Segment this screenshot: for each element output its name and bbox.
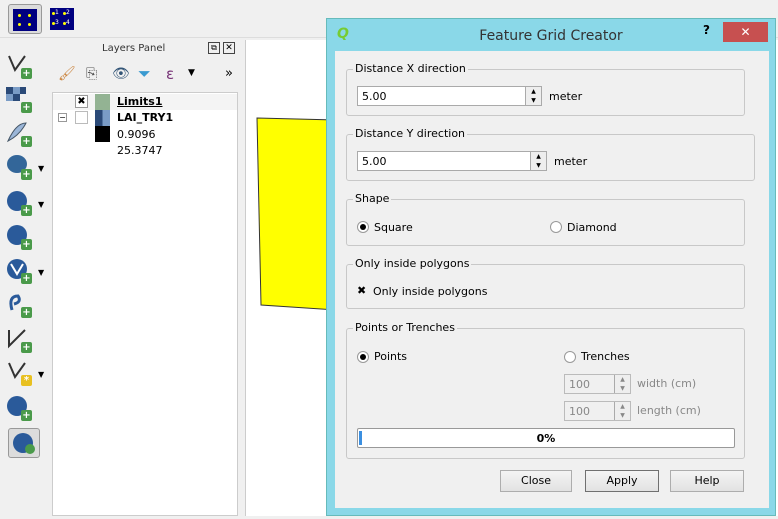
- layer-visibility-checkbox[interactable]: [75, 111, 88, 124]
- distance-x-spinbox[interactable]: 5.00 ▲ ▼: [357, 86, 542, 106]
- points-icon: [13, 9, 37, 31]
- group-label: Shape: [353, 192, 392, 205]
- spin-arrows-icon: ▲ ▼: [614, 402, 630, 420]
- add-postgis-layer-icon[interactable]: + ▼: [6, 154, 44, 180]
- yellow-polygon: [256, 117, 337, 311]
- square-label: Square: [374, 221, 413, 234]
- collapse-icon[interactable]: −: [58, 113, 67, 122]
- layer-name: LAI_TRY1: [117, 111, 174, 124]
- more-tools-button[interactable]: »: [225, 66, 233, 81]
- help-title-button[interactable]: ?: [703, 23, 710, 37]
- raster-layer-icon: [95, 110, 110, 126]
- progress-label: 0%: [536, 432, 556, 445]
- trenches-radio[interactable]: [564, 351, 576, 363]
- distance-y-group: Distance Y direction 5.00 ▲ ▼ meter: [346, 127, 755, 181]
- width-unit-label: width (cm): [637, 377, 697, 390]
- trenches-label: Trenches: [581, 350, 630, 363]
- only-inside-group: Only inside polygons ✖ Only inside polyg…: [346, 257, 745, 309]
- layer-visibility-checkbox[interactable]: ✖: [75, 95, 88, 108]
- close-button[interactable]: Close: [500, 470, 572, 492]
- group-label: Points or Trenches: [353, 321, 457, 334]
- group-label: Only inside polygons: [353, 257, 472, 270]
- visibility-eye-icon[interactable]: 👁: [112, 66, 130, 82]
- close-panel-button[interactable]: ✕: [223, 42, 235, 54]
- add-wfs-layer-icon[interactable]: + ▼: [6, 258, 44, 284]
- layer-row-lai-try1[interactable]: − LAI_TRY1: [53, 110, 237, 126]
- dialog-body: Distance X direction 5.00 ▲ ▼ meter Distan…: [335, 51, 769, 508]
- layer-tree: ✖ Limits1 − LAI_TRY1 0.9096 25.3747: [52, 92, 238, 516]
- diamond-label: Diamond: [567, 221, 617, 234]
- add-wcs-layer-icon[interactable]: +: [6, 224, 32, 250]
- chevron-down-icon[interactable]: ▼: [188, 68, 195, 78]
- only-inside-checkbox[interactable]: ✖: [357, 285, 369, 297]
- close-window-button[interactable]: ✕: [723, 22, 768, 42]
- spin-arrows-icon: ▲ ▼: [614, 375, 630, 393]
- unit-label: meter: [554, 155, 588, 168]
- legend-min-value: 0.9096: [117, 128, 156, 141]
- new-shapefile-icon[interactable]: +: [6, 327, 32, 353]
- left-toolbar: + + + + ▼ + ▼ + + ▼ + + * ▼ +: [0, 40, 48, 516]
- add-spatialite-layer-icon[interactable]: +: [6, 292, 32, 318]
- length-unit-label: length (cm): [637, 404, 701, 417]
- legend-max-value: 25.3747: [117, 144, 163, 157]
- points-label: Points: [374, 350, 408, 363]
- help-button[interactable]: Help: [670, 470, 744, 492]
- apply-button[interactable]: Apply: [585, 470, 659, 492]
- square-radio[interactable]: [357, 221, 369, 233]
- layer-swatch: [95, 94, 110, 110]
- new-temporary-layer-icon[interactable]: * ▼: [6, 360, 44, 386]
- layers-panel-title: Layers Panel: [102, 43, 166, 54]
- group-label: Distance Y direction: [353, 127, 468, 140]
- add-delimited-text-icon[interactable]: +: [6, 121, 32, 147]
- points-button[interactable]: [8, 4, 42, 34]
- distance-y-spinbox[interactable]: 5.00 ▲ ▼: [357, 151, 547, 171]
- points-trenches-group: Points or Trenches Points Trenches 100 ▲ ▼…: [346, 321, 745, 459]
- distance-x-group: Distance X direction 5.00 ▲ ▼ meter: [346, 62, 745, 116]
- progress-bar: 0%: [357, 428, 735, 448]
- points-radio[interactable]: [357, 351, 369, 363]
- styling-icon[interactable]: 🖌: [58, 66, 76, 82]
- numbered-points-icon: 1 2 3 4: [50, 8, 74, 30]
- shape-group: Shape Square Diamond: [346, 192, 745, 246]
- filter-expression-icon[interactable]: ε: [166, 65, 174, 83]
- feature-grid-creator-dialog: Q Feature Grid Creator ? ✕ Distance X di…: [326, 18, 776, 516]
- qgis-browser-icon[interactable]: [8, 428, 40, 458]
- add-raster-layer-icon[interactable]: +: [6, 87, 32, 113]
- layer-name: Limits1: [117, 95, 163, 108]
- filter-icon[interactable]: ⏷: [138, 64, 151, 84]
- numbered-points-button[interactable]: 1 2 3 4: [46, 4, 80, 34]
- legend-black-swatch: [95, 126, 110, 142]
- spin-arrows-icon: ▲ ▼: [530, 152, 546, 170]
- width-spinbox[interactable]: 100 ▲ ▼: [564, 374, 631, 394]
- add-group-icon[interactable]: ⎘: [86, 66, 97, 82]
- group-label: Distance X direction: [353, 62, 468, 75]
- unit-label: meter: [549, 90, 583, 103]
- add-vector-layer-icon[interactable]: +: [6, 53, 32, 79]
- length-spinbox[interactable]: 100 ▲ ▼: [564, 401, 631, 421]
- float-panel-button[interactable]: ⧉: [208, 42, 220, 54]
- spin-arrows-icon: ▲ ▼: [525, 87, 541, 105]
- only-inside-label: Only inside polygons: [373, 285, 488, 298]
- add-wms-layer-icon[interactable]: + ▼: [6, 190, 44, 216]
- diamond-radio[interactable]: [550, 221, 562, 233]
- layer-row-limits1[interactable]: ✖ Limits1: [53, 94, 237, 110]
- add-oracle-layer-icon[interactable]: +: [6, 395, 32, 421]
